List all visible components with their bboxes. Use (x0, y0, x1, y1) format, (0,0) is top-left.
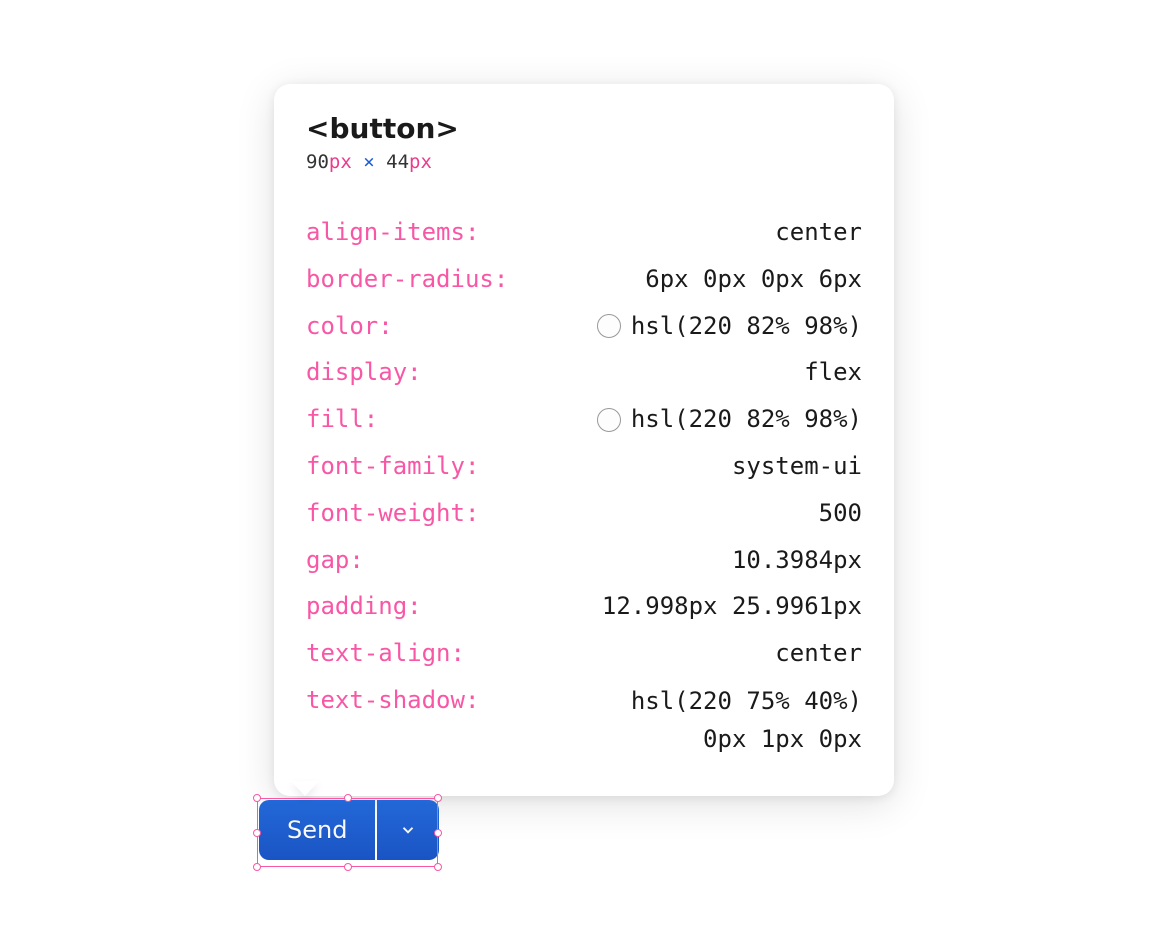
css-inspector-tooltip: <button> 90px × 44px align-items:centerb… (274, 84, 894, 796)
css-property-value: hsl(220 82% 98%) (597, 303, 862, 350)
send-button-group: Send (259, 800, 439, 860)
height-unit: px (409, 151, 432, 173)
css-property-value: center (775, 630, 862, 677)
css-property-value: system-ui (732, 443, 862, 490)
selection-handle[interactable] (434, 863, 442, 871)
width-value: 90 (306, 151, 329, 173)
chevron-down-icon (399, 821, 417, 839)
css-property-value: center (775, 209, 862, 256)
send-dropdown-button[interactable] (377, 800, 439, 860)
send-button-label: Send (287, 816, 347, 844)
css-property-name: gap: (306, 537, 364, 584)
css-property-value: hsl(220 75% 40%)0px 1px 0px (631, 677, 862, 764)
css-property-value: 6px 0px 0px 6px (645, 256, 862, 303)
css-property-row: padding: 12.998px 25.9961px (306, 583, 862, 630)
css-property-name: border-radius: (306, 256, 508, 303)
css-property-name: padding: (306, 583, 422, 630)
css-property-name: text-shadow: (306, 677, 479, 724)
css-properties-list: align-items: center border-radius: 6px 0px … (306, 209, 862, 764)
width-unit: px (329, 151, 352, 173)
css-property-row: gap: 10.3984px (306, 537, 862, 584)
dimensions-separator: × (363, 151, 374, 173)
css-property-name: font-weight: (306, 490, 479, 537)
selection-handle[interactable] (344, 863, 352, 871)
css-property-row: text-align: center (306, 630, 862, 677)
css-property-row: align-items: center (306, 209, 862, 256)
css-property-value: hsl(220 82% 98%) (597, 396, 862, 443)
css-property-row: border-radius: 6px 0px 0px 6px (306, 256, 862, 303)
css-property-value: 12.998px 25.9961px (602, 583, 862, 630)
css-property-value: 10.3984px (732, 537, 862, 584)
css-property-name: text-align: (306, 630, 465, 677)
tooltip-arrow (291, 781, 319, 796)
css-property-name: fill: (306, 396, 378, 443)
height-value: 44 (386, 151, 409, 173)
selection-handle[interactable] (253, 863, 261, 871)
css-property-name: font-family: (306, 443, 479, 490)
css-property-name: align-items: (306, 209, 479, 256)
css-property-name: color: (306, 303, 393, 350)
css-property-row: color: hsl(220 82% 98%) (306, 303, 862, 350)
color-swatch-icon (597, 408, 621, 432)
element-tag-label: <button> (306, 112, 862, 145)
send-button[interactable]: Send (259, 800, 375, 860)
css-property-row: text-shadow: hsl(220 75% 40%)0px 1px 0px (306, 677, 862, 764)
css-property-row: display: flex (306, 349, 862, 396)
css-property-row: font-weight: 500 (306, 490, 862, 537)
css-property-value: 500 (819, 490, 862, 537)
css-property-value: flex (804, 349, 862, 396)
css-property-name: display: (306, 349, 422, 396)
css-property-row: fill: hsl(220 82% 98%) (306, 396, 862, 443)
color-swatch-icon (597, 314, 621, 338)
css-property-row: font-family: system-ui (306, 443, 862, 490)
element-dimensions: 90px × 44px (306, 151, 862, 173)
